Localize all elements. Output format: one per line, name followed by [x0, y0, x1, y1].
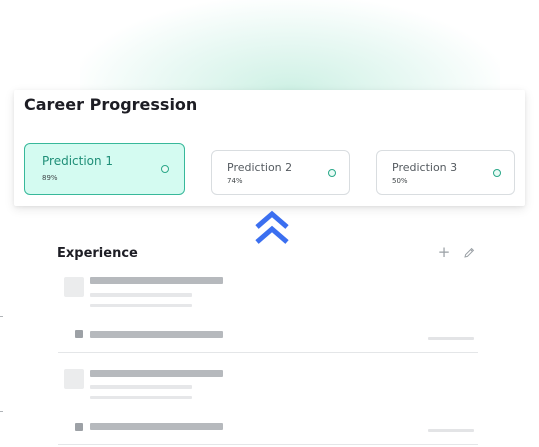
job-title-placeholder	[90, 277, 223, 284]
date-range-placeholder	[90, 396, 192, 399]
prediction-status-dot-icon	[161, 165, 169, 173]
company-logo-placeholder	[64, 277, 84, 297]
skill-bullet-placeholder	[75, 423, 83, 431]
company-name-placeholder	[90, 385, 192, 389]
prediction-name: Prediction 2	[227, 161, 293, 174]
career-progression-card: Career Progression Prediction 1 89% Pred…	[14, 90, 525, 206]
prediction-card-1[interactable]: Prediction 1 89%	[24, 143, 185, 195]
company-name-placeholder	[90, 293, 192, 297]
prediction-percent: 89%	[42, 174, 58, 182]
prediction-status-dot-icon	[493, 169, 501, 177]
pencil-icon[interactable]	[463, 247, 475, 259]
experience-title: Experience	[57, 246, 138, 261]
career-progression-title: Career Progression	[24, 95, 198, 114]
divider	[58, 444, 478, 445]
skill-text-placeholder	[90, 331, 223, 338]
prediction-name: Prediction 1	[42, 154, 114, 168]
skill-text-placeholder	[90, 423, 223, 430]
job-title-placeholder	[90, 370, 223, 377]
prediction-card-2[interactable]: Prediction 2 74%	[211, 150, 350, 195]
divider	[58, 352, 478, 353]
edge-tick	[0, 316, 3, 317]
meta-placeholder	[428, 337, 474, 340]
prediction-status-dot-icon	[328, 169, 336, 177]
prediction-percent: 50%	[392, 177, 408, 185]
prediction-name: Prediction 3	[392, 161, 458, 174]
prediction-percent: 74%	[227, 177, 243, 185]
meta-placeholder	[428, 429, 474, 432]
company-logo-placeholder	[64, 369, 84, 389]
double-chevron-up-icon[interactable]	[253, 210, 291, 246]
date-range-placeholder	[90, 304, 192, 307]
skill-bullet-placeholder	[75, 330, 83, 338]
prediction-card-3[interactable]: Prediction 3 50%	[376, 150, 515, 195]
plus-icon[interactable]: +	[437, 245, 451, 260]
edge-tick	[0, 411, 3, 412]
